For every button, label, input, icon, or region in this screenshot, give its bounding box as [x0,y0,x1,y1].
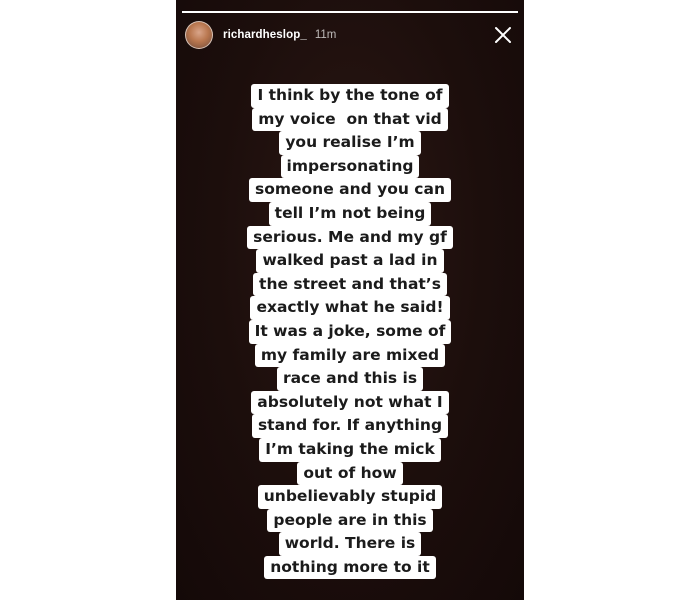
story-header: richardheslop_ 11m [185,21,516,49]
caption-line-row: the street and that’s [176,272,524,297]
caption-line: absolutely not what I [251,390,449,415]
caption-line: I think by the tone of [251,84,449,108]
story-progress-fill [182,11,518,13]
avatar[interactable] [185,21,213,49]
caption-line-row: my family are mixed [176,343,524,368]
caption-line: out of how [297,461,403,486]
caption-line: my voice on that vid [252,107,448,132]
caption-line: impersonating [280,154,420,179]
close-button[interactable] [493,25,513,45]
caption-line-row: people are in this [176,508,524,533]
caption-line-row: absolutely not what I [176,390,524,415]
caption-line-row: race and this is [176,367,524,391]
caption-line-row: impersonating [176,154,524,179]
caption-line-row: you realise I’m [176,131,524,155]
story-viewer[interactable]: richardheslop_ 11m I think by the tone o… [176,0,524,600]
caption-line-row: unbelievably stupid [176,485,524,509]
caption-line: It was a joke, some of [248,319,452,344]
caption-line-row: serious. Me and my gf [176,225,524,250]
caption-line: race and this is [276,367,424,391]
caption-line: unbelievably stupid [257,485,443,509]
caption-line-row: my voice on that vid [176,107,524,132]
caption-line: I’m taking the mick [259,437,441,462]
caption-line: the street and that’s [253,272,447,297]
caption-line: exactly what he said! [250,296,450,320]
caption-line: you realise I’m [279,131,421,155]
post-time: 11m [314,29,337,41]
caption-line-row: tell I’m not being [176,201,524,226]
caption-line: my family are mixed [254,343,446,368]
caption-line-row: exactly what he said! [176,296,524,320]
caption-line-row: walked past a lad in [176,249,524,273]
caption-line-row: nothing more to it [176,555,524,580]
caption-line: people are in this [267,508,433,533]
username[interactable]: richardheslop_ [223,29,307,41]
caption-line-row: I’m taking the mick [176,437,524,462]
caption-line: stand for. If anything [251,414,449,438]
caption-line: walked past a lad in [256,249,444,273]
caption-line: world. There is [278,532,422,556]
caption-line: someone and you can [249,178,451,202]
caption-line-row: someone and you can [176,178,524,202]
close-icon [495,27,511,43]
caption-line: nothing more to it [264,555,436,580]
caption-line-row: stand for. If anything [176,414,524,438]
caption-line: serious. Me and my gf [247,225,453,250]
caption-line: tell I’m not being [268,201,432,226]
story-caption: I think by the tone of my voice on that v… [176,84,524,580]
caption-line-row: I think by the tone of [176,84,524,108]
caption-line-row: world. There is [176,532,524,556]
caption-line-row: out of how [176,461,524,486]
story-progress-bar [182,11,518,15]
caption-line-row: It was a joke, some of [176,319,524,344]
